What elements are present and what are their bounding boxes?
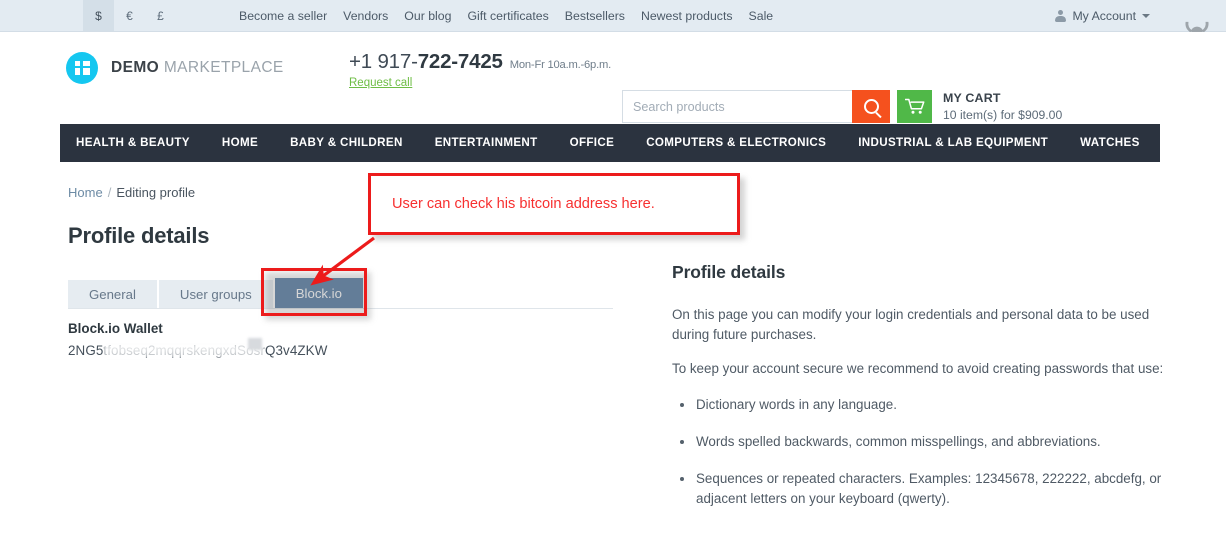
top-link-newest-products[interactable]: Newest products [641,9,733,23]
top-utility-bar: $ € £ Become a seller Vendors Our blog G… [0,0,1226,32]
currency-selector[interactable]: $ € £ [83,0,176,31]
phone-bold: 722-7425 [417,50,503,73]
browser-page: $ € £ Become a seller Vendors Our blog G… [0,0,1226,541]
search-button[interactable] [852,90,890,123]
top-link-bestsellers[interactable]: Bestsellers [565,9,625,23]
breadcrumb: Home / Editing profile [68,185,195,200]
cart-text: MY CART 10 item(s) for $909.00 [943,91,1062,122]
nav-item-health-beauty[interactable]: HEALTH & BEAUTY [60,124,206,162]
profile-info-heading: Profile details [672,262,786,282]
phone-block: +1 917-722-7425 Mon-Fr 10a.m.-6p.m. Reque… [349,50,611,89]
my-account-label: My Account [1072,8,1136,23]
cart-widget[interactable]: MY CART 10 item(s) for $909.00 [897,90,1062,123]
top-link-vendors[interactable]: Vendors [343,9,388,23]
phone-prefix: +1 917- [349,50,418,73]
top-link-become-a-seller[interactable]: Become a seller [239,9,327,23]
main-navigation: HEALTH & BEAUTY HOME BABY & CHILDREN ENT… [60,124,1160,162]
chevron-down-icon [1142,13,1150,18]
search-input[interactable] [623,91,851,122]
top-links: Become a seller Vendors Our blog Gift ce… [239,9,773,23]
demo-marketplace-logo-icon [66,52,98,84]
top-link-gift-certificates[interactable]: Gift certificates [467,9,548,23]
profile-info-panel: Profile details On this page you can mod… [672,262,1164,526]
tab-user-groups[interactable]: User groups [158,280,273,309]
profile-info-paragraph-2: To keep your account secure we recommend… [672,361,1164,376]
top-link-our-blog[interactable]: Our blog [404,9,451,23]
profile-info-paragraph-1: On this page you can modify your login c… [672,307,1150,342]
list-item: Words spelled backwards, common misspell… [672,432,1164,452]
site-header: DEMO MARKETPLACE +1 917-722-7425 Mon-Fr 1… [0,32,1226,123]
selection-highlight-block-io-tab [261,268,367,316]
wallet-address-prefix: 2NG5t [68,343,108,358]
breadcrumb-separator: / [107,185,112,200]
nav-item-industrial-lab-equipment[interactable]: INDUSTRIAL & LAB EQUIPMENT [842,124,1064,162]
password-guidelines-list: Dictionary words in any language. Words … [672,395,1164,509]
site-logo[interactable]: DEMO MARKETPLACE [66,52,284,84]
nav-item-computers-electronics[interactable]: COMPUTERS & ELECTRONICS [630,124,842,162]
currency-usd[interactable]: $ [83,0,114,31]
nav-item-watches[interactable]: WATCHES [1064,124,1156,162]
breadcrumb-home[interactable]: Home [68,185,103,200]
my-account-menu[interactable]: My Account [1055,0,1150,31]
nav-item-entertainment[interactable]: ENTERTAINMENT [419,124,554,162]
nav-item-home[interactable]: HOME [206,124,274,162]
tab-general[interactable]: General [68,280,157,309]
wallet-address-redaction-block [248,338,262,350]
wallet-address-redaction-overlay [104,341,264,358]
cart-icon[interactable] [897,90,932,123]
nav-item-baby-children[interactable]: BABY & CHILDREN [274,124,419,162]
cart-summary: 10 item(s) for $909.00 [943,108,1063,122]
cart-glyph-icon [904,98,924,114]
search-bar [622,90,890,123]
page-title: Profile details [68,223,210,248]
business-hours: Mon-Fr 10a.m.-6p.m. [509,59,612,71]
cart-title: MY CART [943,91,1001,105]
annotation-callout: User can check his bitcoin address here. [368,173,740,235]
top-link-sale[interactable]: Sale [749,9,774,23]
request-call-link[interactable]: Request call [349,77,611,89]
brand-name-rest: MARKETPLACE [163,59,284,76]
breadcrumb-current: Editing profile [116,185,196,200]
brand-name-bold: DEMO [111,59,160,76]
wallet-label: Block.io Wallet [68,321,163,336]
list-item: Dictionary words in any language. [672,395,1164,415]
list-item: Sequences or repeated characters. Exampl… [672,469,1164,509]
phone-number: +1 917-722-7425 Mon-Fr 10a.m.-6p.m. [349,50,611,74]
user-icon [1055,9,1067,22]
currency-eur[interactable]: € [114,0,145,31]
brand-name: DEMO MARKETPLACE [111,59,284,77]
nav-item-office[interactable]: OFFICE [554,124,631,162]
annotation-text: User can check his bitcoin address here. [392,196,655,212]
currency-gbp[interactable]: £ [145,0,176,31]
search-icon [863,99,879,114]
